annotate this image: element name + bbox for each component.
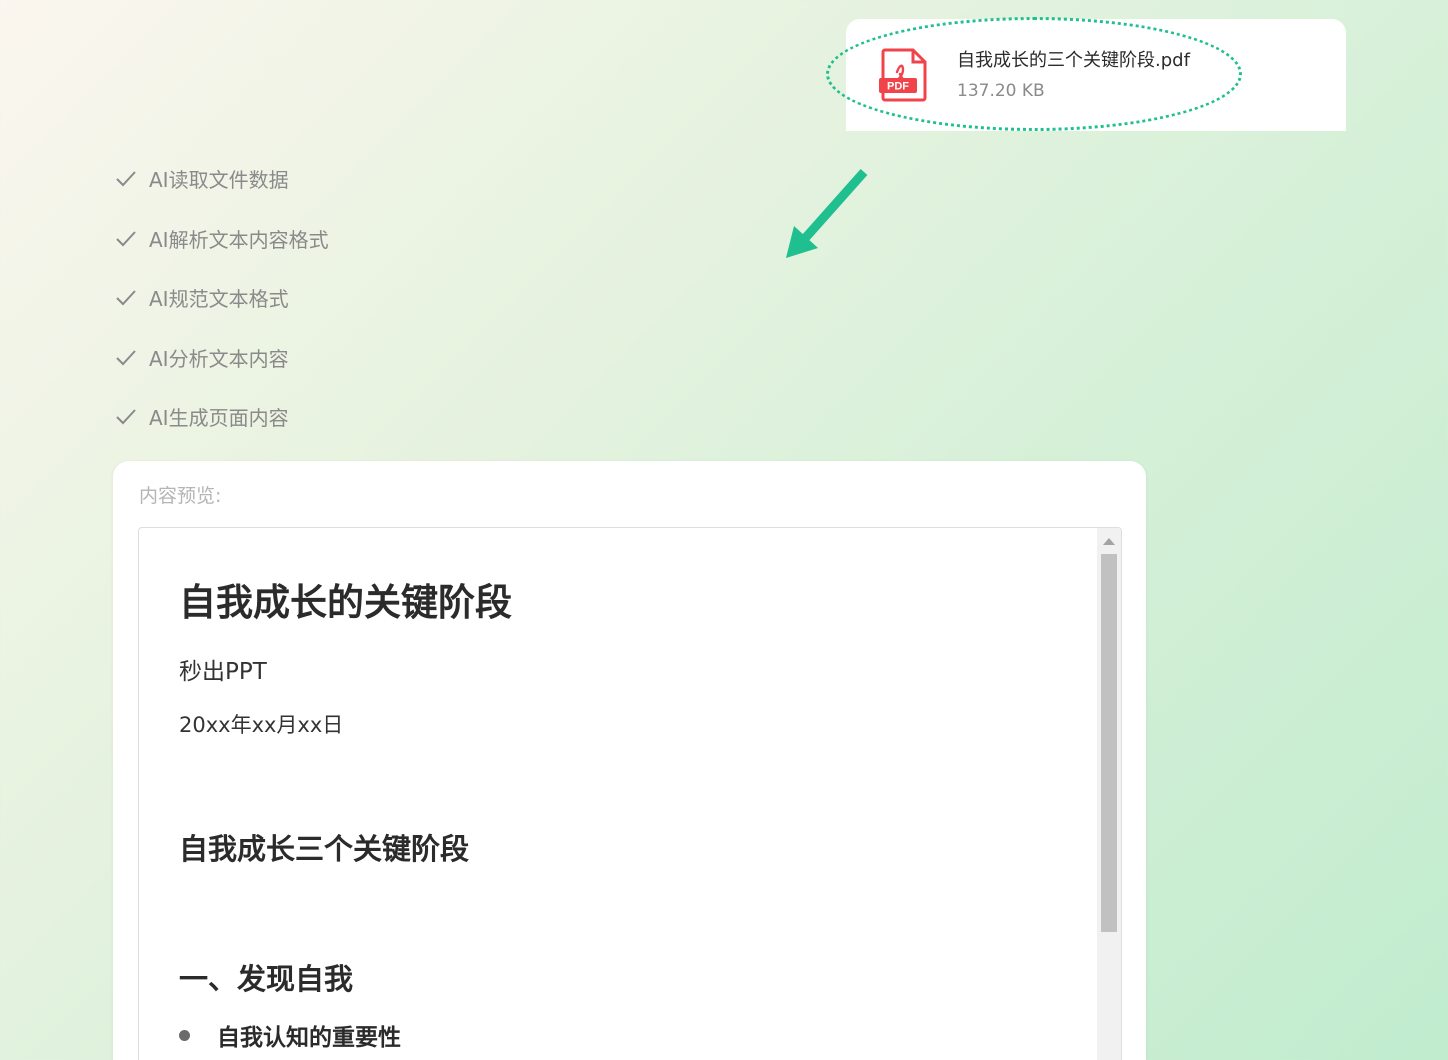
check-icon (116, 409, 136, 425)
scrollbar-thumb[interactable] (1101, 554, 1117, 932)
arrow-down-left-icon (786, 169, 868, 258)
document-preview[interactable]: 自我成长的关键阶段 秒出PPT 20xx年xx月xx日 自我成长三个关键阶段 一… (138, 527, 1122, 1060)
step-label: AI解析文本内容格式 (149, 227, 329, 252)
check-icon (116, 290, 136, 306)
step-item: AI读取文件数据 (115, 163, 329, 223)
bullet-text: 自我认知的重要性 (217, 1025, 401, 1051)
scroll-up-arrow-icon[interactable] (1103, 538, 1115, 545)
step-item: AI生成页面内容 (115, 401, 329, 461)
step-label: AI分析文本内容 (149, 346, 289, 371)
pdf-file-icon: PDF (879, 48, 927, 102)
doc-date: 20xx年xx月xx日 (179, 713, 344, 737)
step-item: AI分析文本内容 (115, 342, 329, 402)
doc-heading: 自我成长三个关键阶段 (179, 832, 470, 866)
preview-title: 内容预览: (139, 485, 222, 507)
file-name: 自我成长的三个关键阶段.pdf (957, 50, 1190, 71)
doc-section-heading: 一、发现自我 (179, 962, 354, 996)
document-content: 自我成长的关键阶段 秒出PPT 20xx年xx月xx日 自我成长三个关键阶段 一… (139, 528, 1095, 1060)
doc-subtitle: 秒出PPT (179, 659, 267, 685)
check-icon (116, 171, 136, 187)
check-icon (116, 349, 136, 365)
step-label: AI读取文件数据 (149, 168, 289, 192)
bullet-dot-icon (179, 1029, 190, 1041)
file-size: 137.20 KB (957, 81, 1045, 101)
step-item: AI规范文本格式 (115, 282, 329, 342)
content-preview-card: 内容预览: 自我成长的关键阶段 秒出PPT 20xx年xx月xx日 自我成长三个… (113, 461, 1146, 1060)
check-icon (116, 230, 136, 246)
vertical-scrollbar[interactable] (1097, 528, 1121, 1060)
processing-steps: AI读取文件数据 AI解析文本内容格式 AI规范文本格式 AI分析文本内容 AI… (115, 163, 329, 461)
doc-title: 自我成长的关键阶段 (179, 581, 512, 624)
doc-bullet-item: 自我认知的重要性 (179, 1018, 401, 1052)
step-label: AI生成页面内容 (149, 406, 289, 430)
step-label: AI规范文本格式 (149, 287, 289, 311)
step-item: AI解析文本内容格式 (115, 223, 329, 283)
pdf-icon-label: PDF (887, 81, 909, 93)
